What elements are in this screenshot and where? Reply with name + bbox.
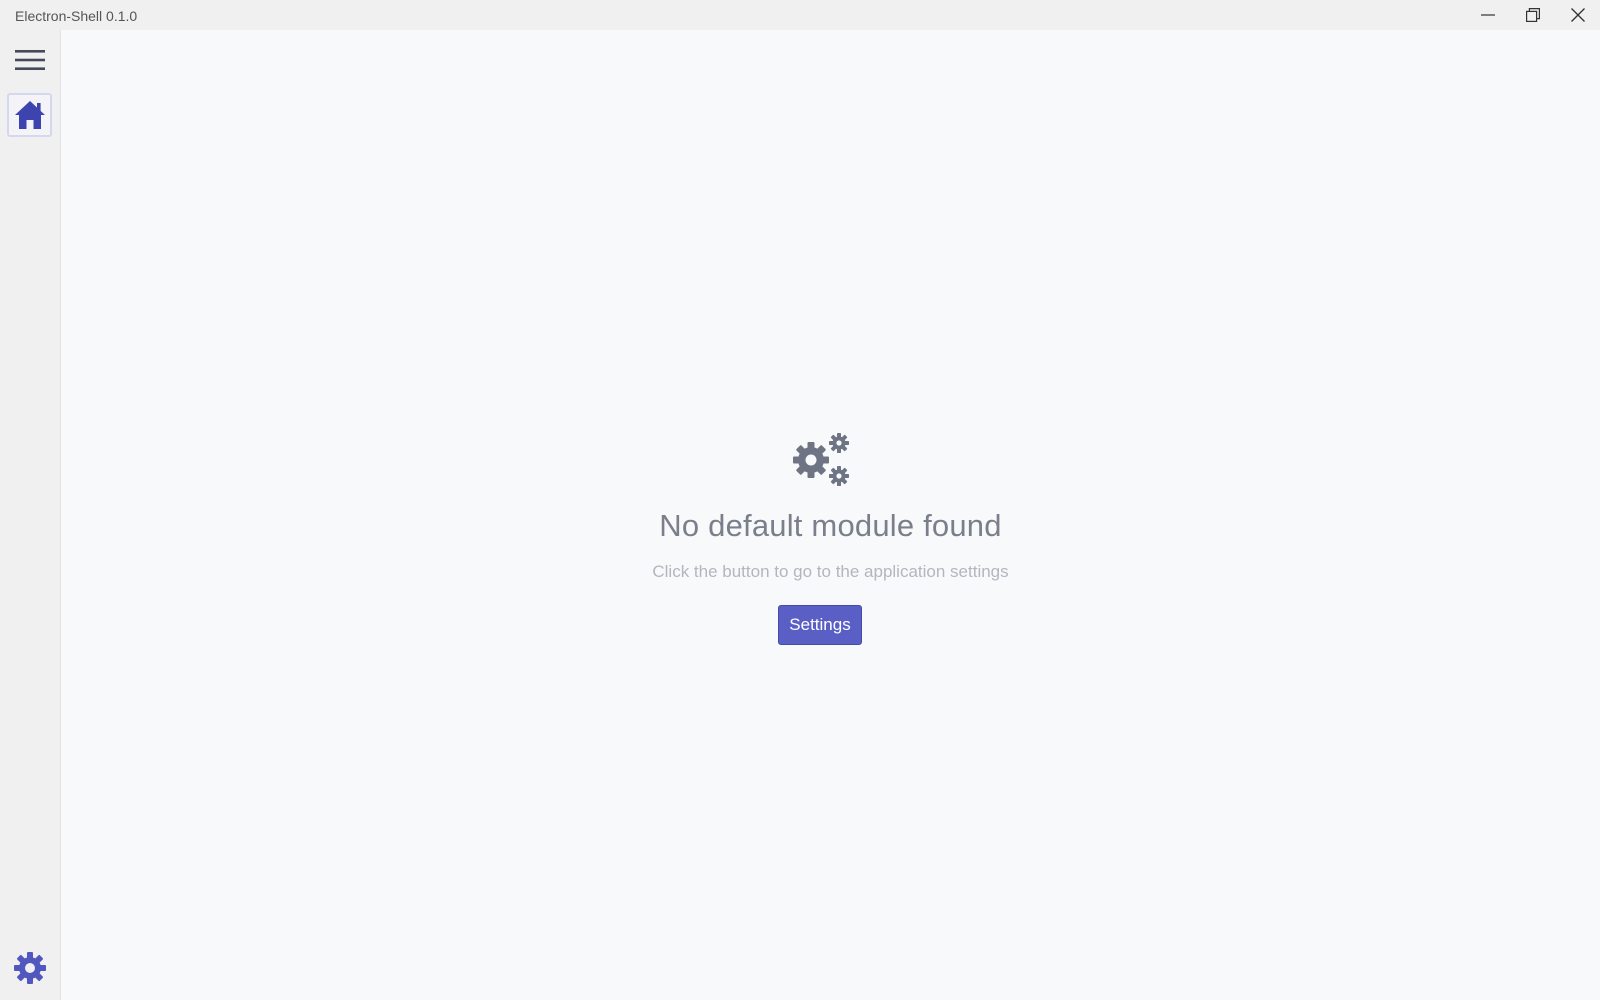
empty-state: No default module found Click the button… bbox=[61, 30, 1600, 1000]
window-controls bbox=[1465, 0, 1600, 30]
window-title: Electron-Shell 0.1.0 bbox=[15, 8, 138, 24]
minimize-button[interactable] bbox=[1465, 0, 1510, 30]
minimize-icon bbox=[1480, 14, 1495, 16]
gear-icon bbox=[14, 952, 46, 984]
close-icon bbox=[1570, 8, 1585, 22]
main-content: No default module found Click the button… bbox=[61, 30, 1600, 1000]
sidebar bbox=[0, 30, 61, 1000]
settings-button[interactable]: Settings bbox=[778, 605, 862, 645]
empty-state-heading: No default module found bbox=[659, 508, 1002, 543]
restore-icon bbox=[1525, 8, 1540, 22]
home-icon bbox=[14, 101, 45, 129]
sidebar-item-home[interactable] bbox=[7, 93, 52, 137]
title-bar: Electron-Shell 0.1.0 bbox=[0, 0, 1600, 30]
hamburger-menu-icon bbox=[15, 50, 45, 70]
restore-button[interactable] bbox=[1510, 0, 1555, 30]
gears-icon bbox=[793, 433, 849, 486]
menu-toggle-button[interactable] bbox=[14, 47, 46, 73]
empty-state-subtext: Click the button to go to the applicatio… bbox=[652, 562, 1009, 581]
close-button[interactable] bbox=[1555, 0, 1600, 30]
sidebar-item-settings[interactable] bbox=[12, 950, 48, 986]
